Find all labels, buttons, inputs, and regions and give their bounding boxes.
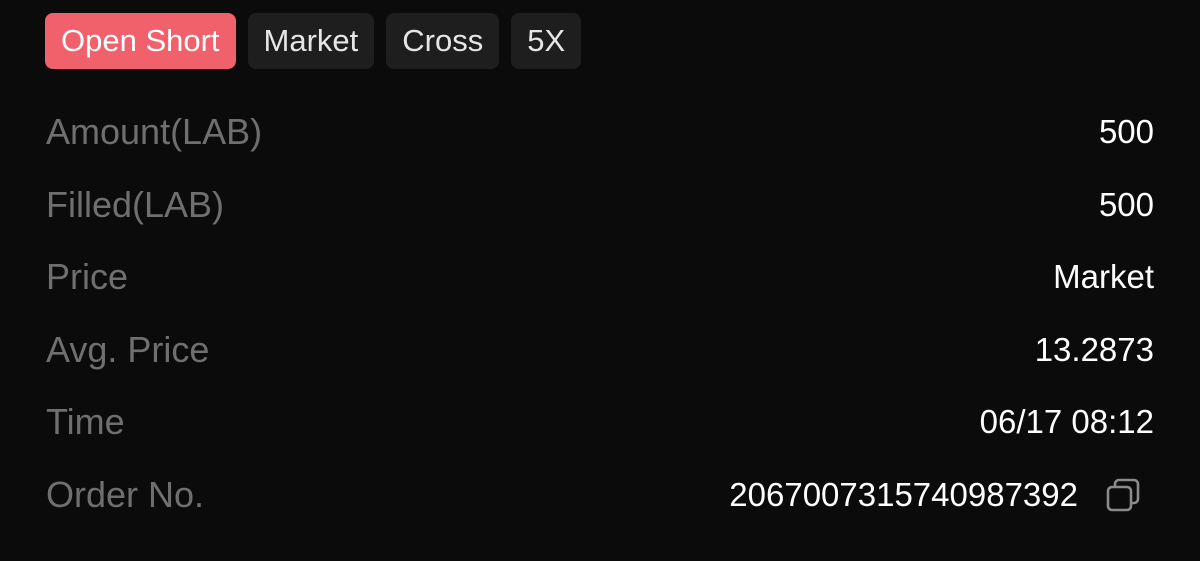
side-badge: Open Short	[45, 13, 236, 69]
order-tags: Open Short Market Cross 5X	[45, 13, 582, 69]
order-details: Amount(LAB) 500 Filled(LAB) 500 Price Ma…	[46, 96, 1154, 531]
time-label: Time	[46, 401, 125, 443]
margin-mode-badge: Cross	[386, 13, 500, 69]
order-no-value-group: 2067007315740987392	[729, 476, 1154, 514]
detail-row-amount: Amount(LAB) 500	[46, 96, 1154, 169]
order-type-badge: Market	[247, 13, 375, 69]
time-value: 06/17 08:12	[979, 403, 1154, 441]
copy-icon-graphic	[1106, 478, 1140, 512]
price-label: Price	[46, 256, 129, 298]
filled-value: 500	[1098, 185, 1154, 223]
order-no-value: 2067007315740987392	[729, 475, 1078, 513]
filled-label: Filled(LAB)	[46, 183, 225, 225]
avg-price-label: Avg. Price	[46, 328, 210, 370]
order-no-label: Order No.	[46, 473, 205, 515]
detail-row-time: Time 06/17 08:12	[46, 386, 1154, 459]
amount-label: Amount(LAB)	[46, 111, 263, 153]
price-value: Market	[1053, 258, 1154, 296]
detail-row-order-no: Order No. 2067007315740987392	[46, 459, 1154, 532]
copy-icon[interactable]	[1104, 476, 1142, 514]
leverage-badge: 5X	[511, 13, 582, 69]
avg-price-value: 13.2873	[1034, 330, 1154, 368]
detail-row-filled: Filled(LAB) 500	[46, 169, 1154, 242]
detail-row-avg-price: Avg. Price 13.2873	[46, 314, 1154, 387]
detail-row-price: Price Market	[46, 241, 1154, 314]
amount-value: 500	[1098, 113, 1154, 151]
